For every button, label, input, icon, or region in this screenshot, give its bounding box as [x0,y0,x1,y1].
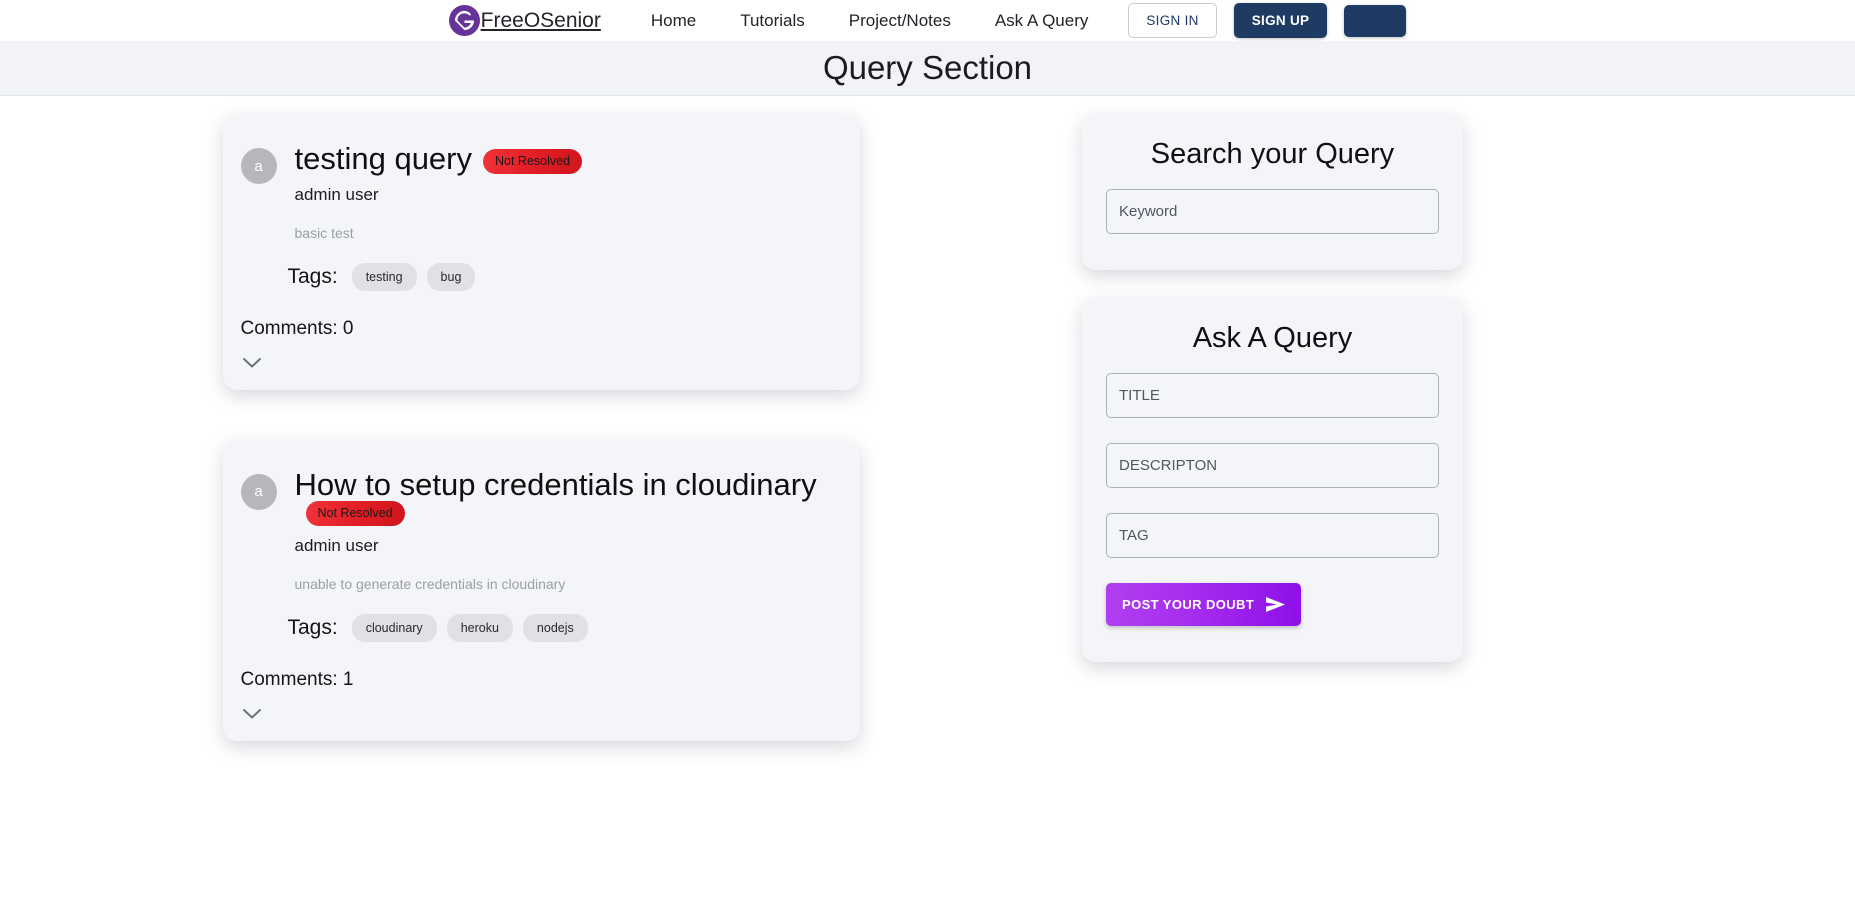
search-query-panel: Search your Query [1082,114,1463,270]
gatsby-logo-icon [449,5,480,36]
navbar-inner: FreeOSenior Home Tutorials Project/Notes… [449,3,1407,38]
query-title-line: How to setup credentials in cloudinaryNo… [295,466,830,529]
query-title: How to setup credentials in cloudinary [295,467,817,502]
page-title: Query Section [823,49,1032,87]
ask-panel-title: Ask A Query [1106,322,1439,355]
query-description: basic test [295,225,830,241]
query-description-input[interactable] [1106,443,1439,488]
tag-chip[interactable]: bug [427,263,476,291]
page-content: a testing query Not Resolved admin user b… [0,96,1855,791]
comments-count: Comments: 1 [241,669,830,691]
tag-chip[interactable]: heroku [447,614,513,642]
query-list: a testing query Not Resolved admin user b… [0,114,1082,791]
search-keyword-input[interactable] [1106,189,1439,234]
sign-up-button[interactable]: SIGN UP [1234,3,1328,38]
query-tag-input[interactable] [1106,513,1439,558]
tag-chip[interactable]: cloudinary [352,614,437,642]
post-button-label: POST YOUR DOUBT [1122,597,1254,612]
query-title-input[interactable] [1106,373,1439,418]
unlabeled-nav-button[interactable] [1344,5,1406,37]
brand-logo-link[interactable]: FreeOSenior [449,5,601,36]
nav-link-tutorials[interactable]: Tutorials [718,11,827,31]
avatar: a [241,474,277,510]
query-author: admin user [295,185,830,205]
chevron-down-icon[interactable] [241,707,263,721]
nav-link-project-notes[interactable]: Project/Notes [827,11,973,31]
query-card[interactable]: a testing query Not Resolved admin user b… [223,114,860,390]
tags-row: Tags: cloudinary heroku nodejs [241,614,830,642]
ask-query-panel: Ask A Query POST YOUR DOUBT [1082,298,1463,662]
avatar: a [241,148,277,184]
query-title-line: testing query Not Resolved [295,140,830,178]
status-badge: Not Resolved [483,149,582,174]
tags-row: Tags: testing bug [241,263,830,291]
query-card[interactable]: a How to setup credentials in cloudinary… [223,440,860,741]
query-description: unable to generate credentials in cloudi… [295,576,830,592]
tag-chip[interactable]: nodejs [523,614,588,642]
query-title: testing query [295,141,473,176]
nav-link-ask-a-query[interactable]: Ask A Query [973,11,1111,31]
sign-in-button[interactable]: SIGN IN [1128,3,1216,38]
tag-chip[interactable]: testing [352,263,417,291]
tags-label: Tags: [288,265,338,289]
search-panel-title: Search your Query [1106,138,1439,171]
chevron-down-icon[interactable] [241,356,263,370]
query-card-header: a How to setup credentials in cloudinary… [241,466,830,592]
query-card-heading-block: How to setup credentials in cloudinaryNo… [295,466,830,592]
page-title-band: Query Section [0,41,1855,96]
send-icon [1266,597,1285,612]
query-author: admin user [295,536,830,556]
top-navbar: FreeOSenior Home Tutorials Project/Notes… [0,0,1855,41]
comments-count: Comments: 0 [241,318,830,340]
status-badge: Not Resolved [306,501,405,526]
sidebar: Search your Query Ask A Query POST YOUR … [1082,114,1855,791]
brand-name: FreeOSenior [481,9,601,33]
nav-link-home[interactable]: Home [629,11,718,31]
query-card-header: a testing query Not Resolved admin user b… [241,140,830,241]
query-card-heading-block: testing query Not Resolved admin user bas… [295,140,830,241]
tags-label: Tags: [288,616,338,640]
post-your-doubt-button[interactable]: POST YOUR DOUBT [1106,583,1301,626]
